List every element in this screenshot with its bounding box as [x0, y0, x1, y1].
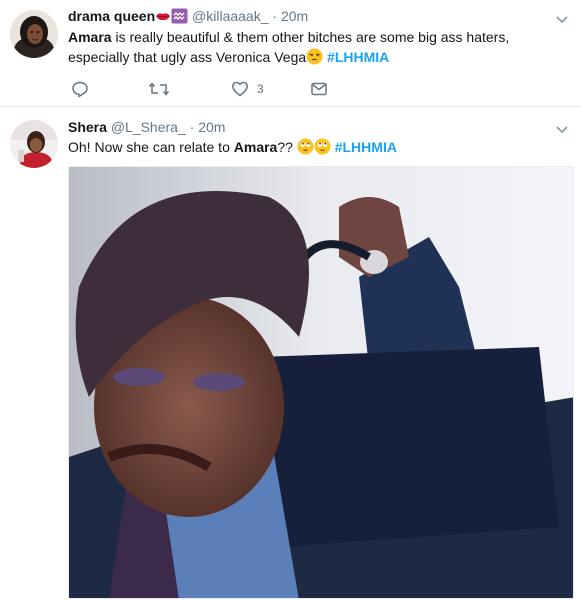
- unamused-face-emoji: [306, 48, 323, 70]
- direct-message-button[interactable]: [310, 79, 328, 99]
- tweet-header: drama queen @killaaaak_ · 20m: [68, 7, 308, 28]
- like-button[interactable]: 3: [231, 79, 264, 99]
- tweet-body-end: ??: [277, 139, 293, 155]
- tweet-media-gif[interactable]: [68, 166, 574, 599]
- tweet[interactable]: drama queen @killaaaak_ · 20m Amara is r…: [0, 0, 581, 107]
- chevron-down-icon[interactable]: [555, 122, 569, 134]
- direct-message-icon: [310, 80, 328, 98]
- hashtag-link[interactable]: #LHHMIA: [327, 49, 389, 65]
- mention-name: Amara: [233, 139, 278, 155]
- chevron-down-icon[interactable]: [555, 12, 569, 24]
- timestamp[interactable]: 20m: [198, 119, 225, 135]
- reply-icon: [71, 80, 89, 98]
- retweet-button[interactable]: [148, 79, 170, 99]
- lips-emoji: [155, 8, 171, 28]
- hashtag-link[interactable]: #LHHMIA: [335, 139, 397, 155]
- like-icon: [231, 80, 249, 98]
- tweet-text: Oh! Now she can relate to Amara?? #LHHMI…: [68, 137, 573, 160]
- rolling-eyes-emoji: [297, 138, 314, 160]
- display-name[interactable]: Shera: [68, 119, 107, 135]
- reply-button[interactable]: [71, 79, 89, 99]
- like-count: 3: [257, 82, 264, 96]
- rolling-eyes-emoji: [314, 138, 331, 160]
- avatar[interactable]: [10, 120, 58, 168]
- tweet[interactable]: Shera @L_Shera_ · 20m Oh! Now she can re…: [0, 108, 581, 601]
- separator-dot: ·: [189, 119, 195, 135]
- user-handle[interactable]: @killaaaak_: [192, 8, 268, 24]
- user-handle[interactable]: @L_Shera_: [111, 119, 186, 135]
- tweet-header: Shera @L_Shera_ · 20m: [68, 118, 225, 136]
- gif-frame: [69, 167, 573, 598]
- separator-dot: ·: [272, 8, 278, 24]
- mention-name: Amara: [68, 29, 112, 45]
- aquarius-emoji: [171, 8, 188, 28]
- tweet-body: Oh! Now she can relate to: [68, 139, 234, 155]
- tweet-actions: 3: [68, 79, 368, 99]
- tweet-body: is really beautiful & them other bitches…: [68, 29, 510, 65]
- avatar[interactable]: [10, 10, 58, 58]
- retweet-icon: [148, 80, 170, 98]
- display-name[interactable]: drama queen: [68, 8, 155, 24]
- timestamp[interactable]: 20m: [281, 8, 308, 24]
- tweet-text: Amara is really beautiful & them other b…: [68, 27, 573, 70]
